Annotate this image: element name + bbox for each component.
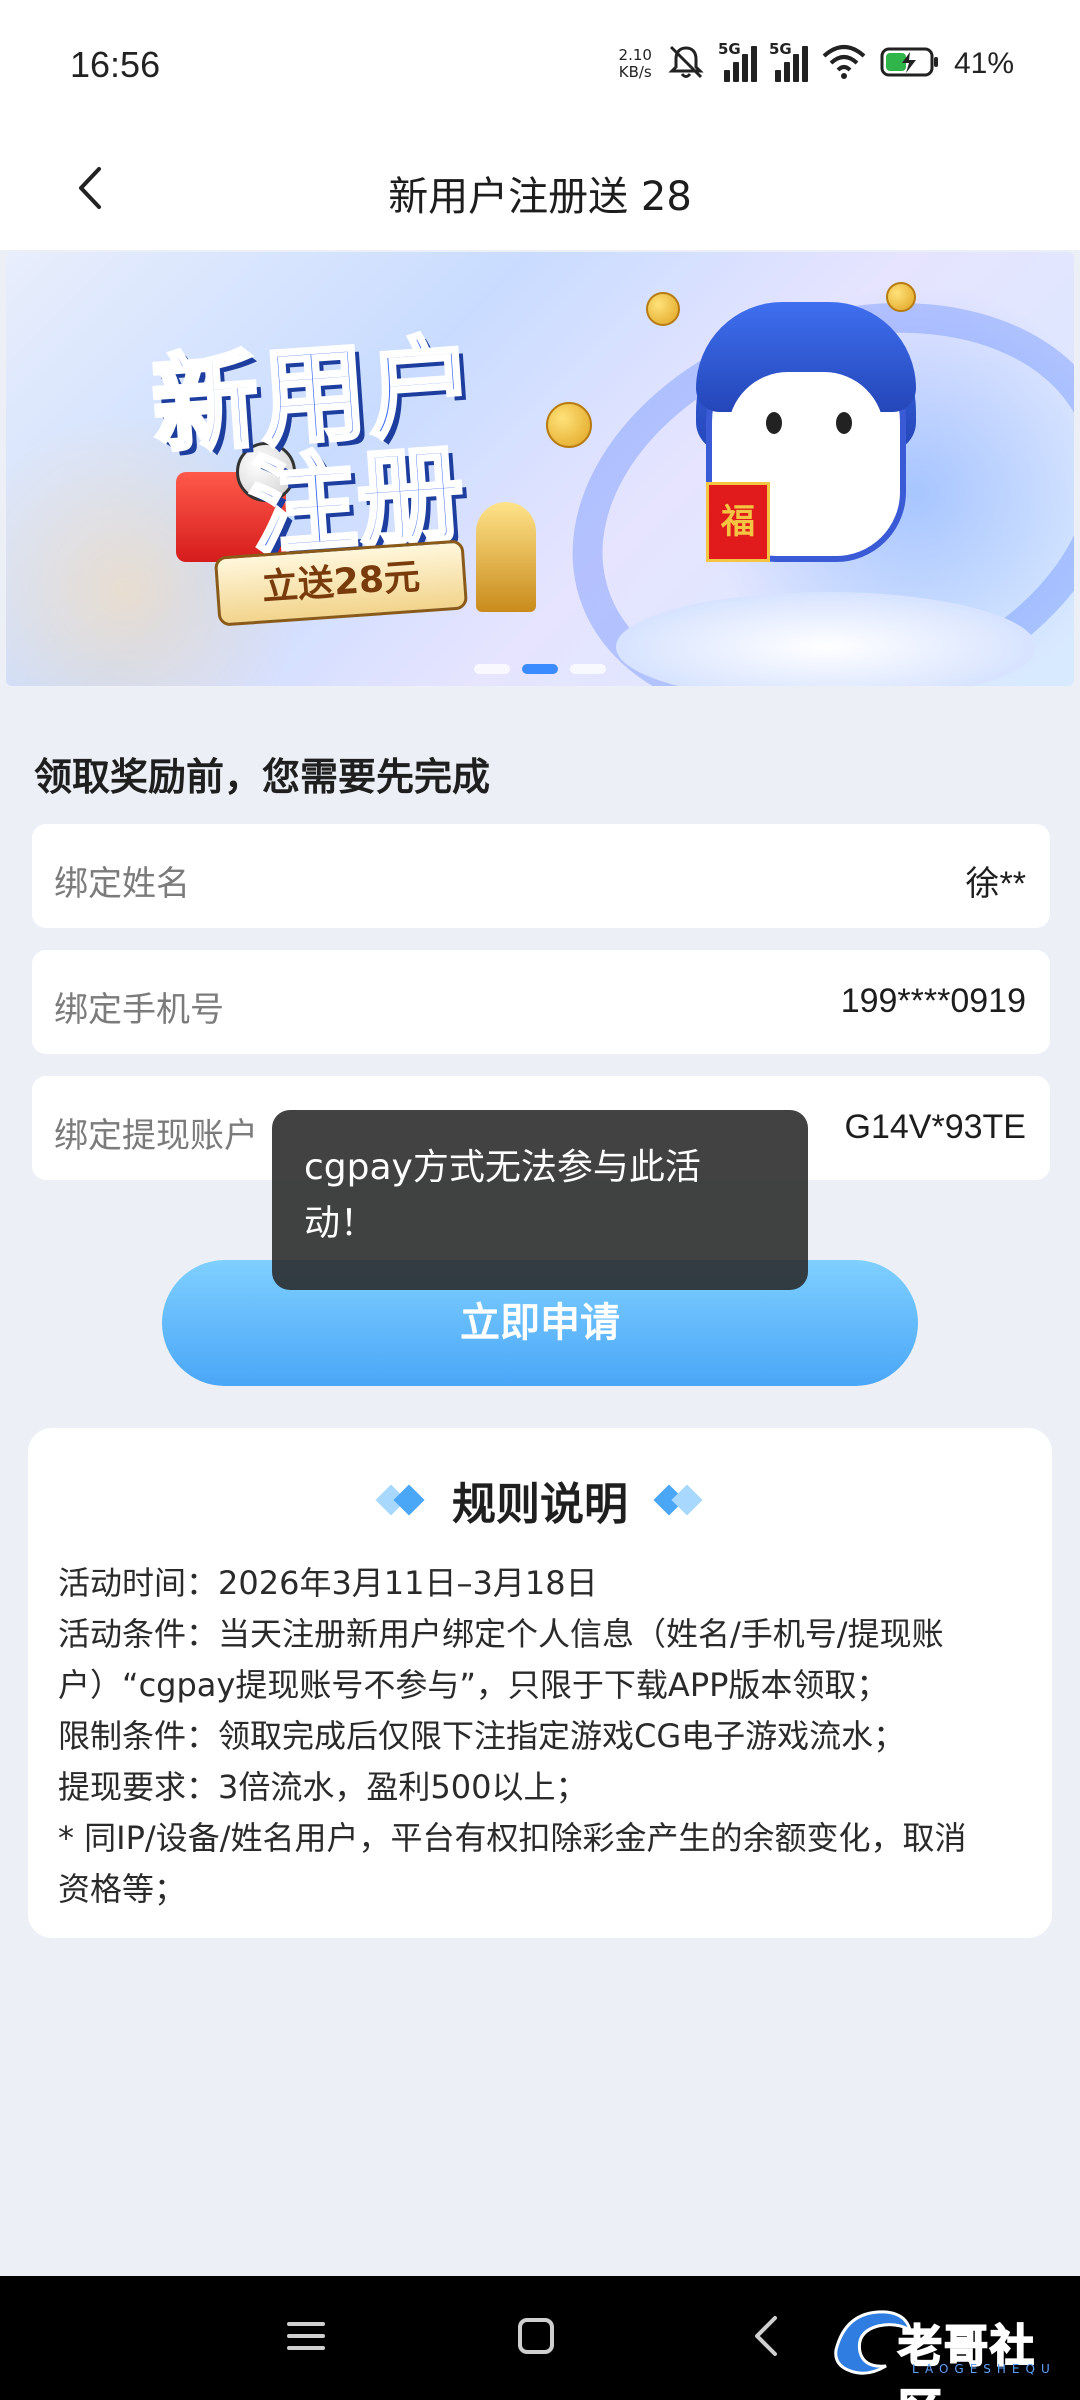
- toast-line: 动！: [304, 1203, 377, 1244]
- page-title: 新用户注册送 28: [388, 174, 692, 220]
- rules-title: 规则说明: [452, 1479, 628, 1530]
- status-time: 16:56: [70, 44, 161, 85]
- pager-dot[interactable]: [474, 664, 510, 674]
- net-speed-unit: KB/s: [618, 63, 652, 81]
- rules-line: 提现要求：3倍流水，盈利500以上；: [58, 1768, 588, 1806]
- mascot-eye: [836, 412, 852, 434]
- sim1-label: 5G: [717, 40, 741, 58]
- field-value: 199****0919: [840, 982, 1026, 1020]
- pager-dot[interactable]: [570, 664, 606, 674]
- menu-button[interactable]: [266, 2310, 346, 2366]
- rules-line: * 同IP/设备/姓名用户，平台有权扣除彩金产生的余额变化，取消: [58, 1819, 967, 1857]
- banner-pager: [6, 664, 1074, 674]
- home-square-icon: [516, 2316, 556, 2360]
- toast-line: cgpay方式无法参与此活: [304, 1147, 701, 1188]
- menu-icon: [286, 2318, 326, 2358]
- mascot-face: [728, 372, 884, 492]
- net-speed-value: 2.10: [618, 46, 652, 64]
- rules-header: 规则说明: [28, 1468, 1052, 1532]
- battery-percent: 41%: [953, 47, 1014, 80]
- page-header: 新用户注册送 28: [0, 130, 1080, 250]
- form-section-title: 领取奖励前，您需要先完成: [34, 755, 491, 799]
- rules-line: 户）“cgpay提现账号不参与”，只限于下载APP版本领取；: [58, 1666, 889, 1704]
- status-bar: 16:56 2.10 KB/s 5G 5G 41%: [0, 0, 1080, 130]
- trophy-illustration: [476, 502, 536, 612]
- field-value: G14V*93TE: [844, 1108, 1026, 1146]
- back-icon: [751, 2314, 781, 2362]
- rules-line: 活动时间：2026年3月11日–3月18日: [58, 1564, 598, 1602]
- field-label: 绑定提现账户: [54, 1116, 258, 1156]
- wifi-icon: [822, 44, 866, 84]
- toast-message: cgpay方式无法参与此活 动！: [272, 1110, 808, 1290]
- sim2-label: 5G: [768, 40, 792, 58]
- coin-illustration: [646, 292, 680, 326]
- nav-back-button[interactable]: [726, 2310, 806, 2366]
- mascot-eye: [766, 412, 782, 434]
- watermark-sub: LAOGESHEQU: [912, 2362, 1056, 2376]
- name-field[interactable]: 绑定姓名 徐**: [32, 824, 1050, 928]
- watermark-logo: 老哥社区 LAOGESHEQU: [826, 2298, 1066, 2400]
- rules-body: 活动时间：2026年3月11日–3月18日 活动条件：当天注册新用户绑定个人信息…: [58, 1558, 1038, 1915]
- mute-bell-icon: [666, 42, 706, 86]
- home-button[interactable]: [496, 2310, 576, 2366]
- rules-line: 活动条件：当天注册新用户绑定个人信息（姓名/手机号/提现账: [58, 1615, 944, 1653]
- coin-illustration: [886, 282, 916, 312]
- field-label: 绑定姓名: [54, 864, 190, 904]
- field-label: 绑定手机号: [54, 990, 224, 1030]
- coin-illustration: [546, 402, 592, 448]
- pager-dot-active[interactable]: [522, 664, 558, 674]
- status-icons: 2.10 KB/s 5G 5G 41%: [619, 40, 1014, 88]
- diamond-decoration-icon: [648, 1484, 704, 1516]
- rules-line: 资格等；: [58, 1870, 187, 1908]
- signal-icon: 5G: [769, 40, 808, 82]
- diamond-decoration-icon: [375, 1484, 432, 1516]
- battery-charging-icon: [880, 46, 940, 82]
- promo-banner[interactable]: 新用户 注册 立送28元 福: [6, 252, 1074, 686]
- rules-line: 限制条件：领取完成后仅限下注指定游戏CG电子游戏流水；: [58, 1717, 906, 1755]
- watermark-text: 老哥社区: [897, 2320, 1036, 2400]
- rules-card: 规则说明 活动时间：2026年3月11日–3月18日 活动条件：当天注册新用户绑…: [28, 1428, 1052, 1938]
- fu-badge: 福: [706, 482, 770, 562]
- field-value: 徐**: [965, 865, 1026, 903]
- signal-icon: 5G: [718, 40, 757, 82]
- system-nav-bar: 老哥社区 LAOGESHEQU: [0, 2276, 1080, 2400]
- banner-headline: 新用户 注册: [146, 321, 487, 572]
- net-speed: 2.10 KB/s: [619, 47, 652, 81]
- phone-field[interactable]: 绑定手机号 199****0919: [32, 950, 1050, 1054]
